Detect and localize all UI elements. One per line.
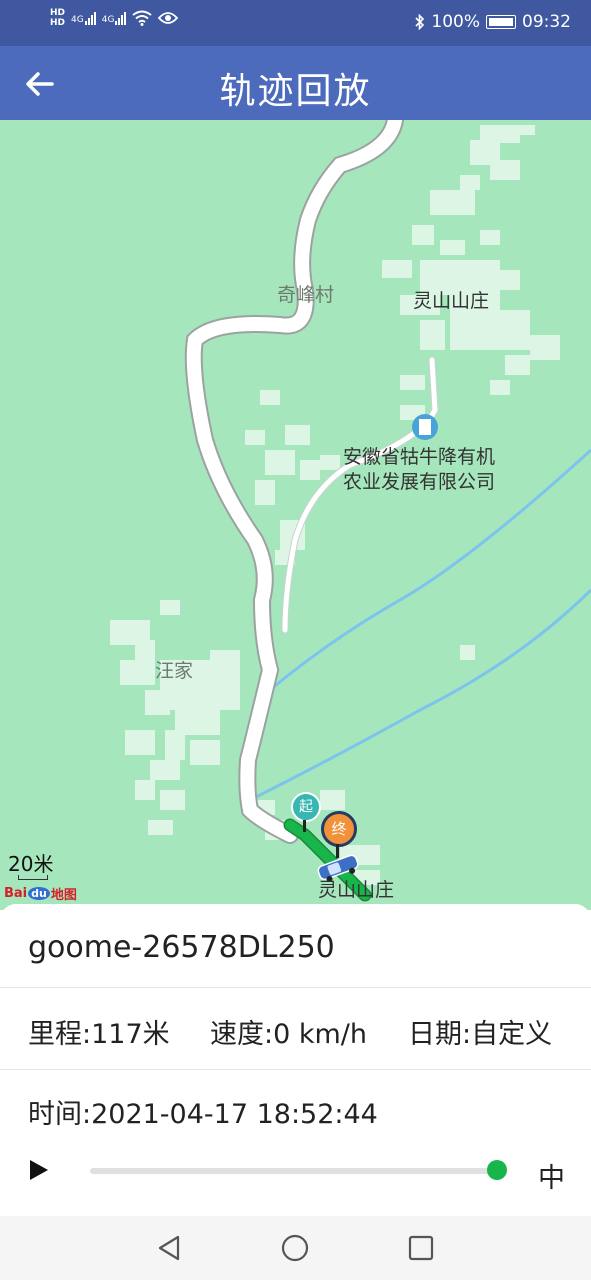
- divider-2: [0, 1069, 591, 1070]
- start-marker[interactable]: 起: [291, 792, 321, 822]
- map-label-wangjia: 汪家: [155, 660, 194, 682]
- map-label-qifeng: 奇峰村: [277, 284, 335, 306]
- map-scale-label: 20米: [8, 852, 54, 876]
- playback-panel: goome-26578DL250 里程:117米 速度:0 km/h 日期:自定…: [0, 904, 591, 1216]
- eye-icon: [158, 12, 179, 24]
- map-label-lingshan-bottom: 灵山山庄: [318, 879, 395, 901]
- progress-slider[interactable]: [90, 1168, 500, 1174]
- bluetooth-icon: [415, 14, 425, 30]
- device-name: goome-26578DL250: [28, 930, 335, 965]
- map-label-lingshan: 灵山山庄: [413, 290, 490, 312]
- square-recent-icon[interactable]: [408, 1235, 434, 1261]
- battery-percent: 100%: [431, 12, 480, 32]
- circle-home-icon[interactable]: [281, 1234, 309, 1262]
- map-label-company-2: 农业发展有限公司: [343, 471, 496, 493]
- system-nav-bar: [0, 1216, 591, 1280]
- hd-indicator: HD HD: [50, 8, 66, 28]
- clock: 09:32: [522, 12, 571, 32]
- time-label: 时间:2021-04-17 18:52:44: [28, 1099, 378, 1130]
- baidu-map-logo: Bai du 地图: [4, 886, 77, 903]
- end-marker[interactable]: 终: [321, 811, 357, 847]
- wifi-icon: [132, 10, 153, 26]
- river-2: [249, 588, 591, 802]
- triangle-back-icon[interactable]: [156, 1234, 182, 1262]
- map-canvas: [110, 120, 591, 902]
- signal-icon-2: 4G: [102, 11, 127, 25]
- start-marker-pin: [303, 820, 306, 832]
- app-bar: 轨迹回放: [0, 46, 591, 120]
- secondary-road: [281, 356, 439, 634]
- signal-icon: 4G: [71, 11, 96, 25]
- page-title: 轨迹回放: [219, 71, 372, 112]
- date-selector[interactable]: 日期:自定义: [408, 1012, 552, 1051]
- map-scale-bar: [18, 875, 48, 880]
- play-icon[interactable]: [27, 1158, 51, 1182]
- map-label-company-1: 安徽省牯牛降有机: [343, 446, 496, 468]
- map-view[interactable]: 起 终 奇峰村 灵山山庄 安徽省牯牛降有机 农业发展有限公司 汪家 灵山山庄 2…: [0, 120, 591, 910]
- status-bar: HD HD 4G 4G 100% 09:32: [0, 0, 591, 46]
- mileage-label: 里程:117米: [28, 1019, 170, 1050]
- battery-icon: [486, 15, 516, 29]
- speed-label: 速度:0 km/h: [210, 1019, 368, 1050]
- divider: [0, 987, 591, 988]
- playback-speed-button[interactable]: 中: [538, 1156, 565, 1195]
- progress-thumb[interactable]: [487, 1160, 507, 1180]
